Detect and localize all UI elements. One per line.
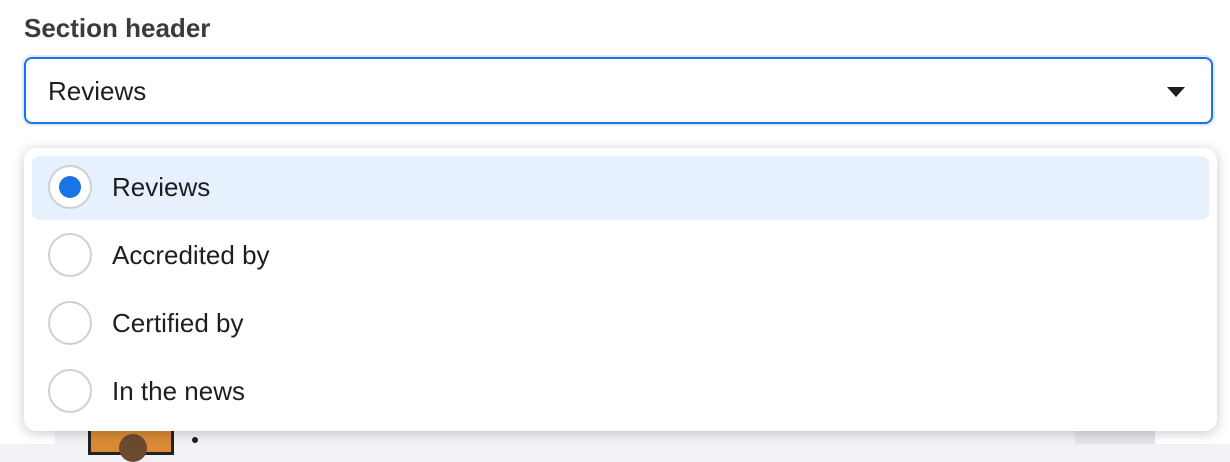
select-value: Reviews xyxy=(48,76,147,106)
option-in-the-news[interactable]: In the news xyxy=(32,360,1209,424)
radio-unselected[interactable] xyxy=(48,233,92,277)
option-label: Accredited by xyxy=(112,240,270,270)
thumbnail-figure xyxy=(119,434,147,462)
caret-down-icon xyxy=(1167,87,1185,97)
radio-unselected[interactable] xyxy=(48,369,92,413)
dropdown-menu: Reviews Accredited by Certified by In th… xyxy=(24,148,1217,431)
radio-unselected[interactable] xyxy=(48,301,92,345)
section-header-select[interactable]: Reviews xyxy=(24,57,1213,124)
option-reviews[interactable]: Reviews xyxy=(32,156,1209,220)
option-label: Certified by xyxy=(112,308,244,338)
option-label: Reviews xyxy=(112,172,211,202)
option-certified-by[interactable]: Certified by xyxy=(32,292,1209,356)
option-label: In the news xyxy=(112,376,245,406)
radio-dot xyxy=(59,176,81,198)
text-fragment xyxy=(192,437,198,443)
settings-panel: Section header Reviews Reviews Accredite… xyxy=(0,0,1230,462)
section-header-label: Section header xyxy=(24,13,211,43)
option-accredited-by[interactable]: Accredited by xyxy=(32,224,1209,288)
radio-selected[interactable] xyxy=(48,165,92,209)
